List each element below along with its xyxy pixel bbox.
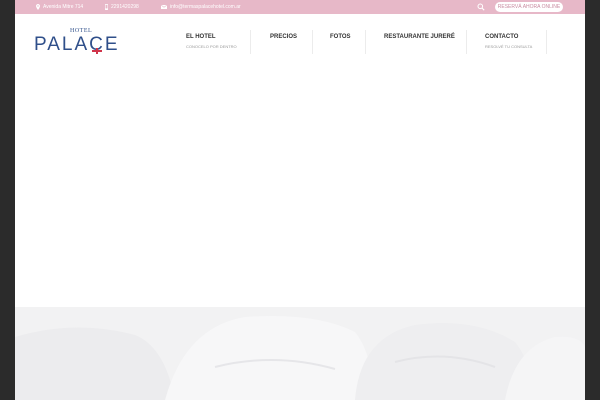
envelope-icon [161, 4, 167, 9]
pillows-background-image [15, 307, 585, 400]
email-info[interactable]: info@termaspalacehotel.com.ar [161, 0, 241, 14]
phone-info[interactable]: 2291420298 [105, 0, 139, 14]
reserve-online-button[interactable]: RESERVÁ AHORA ONLINE [495, 2, 563, 12]
nav-divider [546, 30, 547, 54]
nav-divider [466, 30, 467, 54]
phone-icon [105, 3, 108, 10]
hero-slider [15, 75, 585, 307]
nav-sublabel: RESOLVÉ TU CONSULTA [485, 44, 533, 49]
nav-divider [250, 30, 251, 54]
nav-item-contacto[interactable]: CONTACTO RESOLVÉ TU CONSULTA [485, 34, 532, 49]
nav-label: RESTAURANTE JURERÉ [384, 34, 455, 40]
map-marker-icon [36, 3, 40, 10]
nav-label: EL HOTEL [186, 34, 216, 40]
nav-label: FOTOS [330, 34, 351, 40]
nav-item-precios[interactable]: PRECIOS [270, 34, 297, 40]
address-info: Avenida Mitre 714 [36, 0, 83, 14]
email-text[interactable]: info@termaspalacehotel.com.ar [170, 4, 241, 10]
address-text: Avenida Mitre 714 [43, 4, 84, 10]
top-bar: Avenida Mitre 714 2291420298 info@termas… [15, 0, 585, 14]
main-navigation: EL HOTEL CONOCELO POR DENTRO PRECIOS FOT… [15, 30, 585, 64]
search-icon[interactable] [477, 3, 485, 11]
nav-divider [365, 30, 366, 54]
nav-label: CONTACTO [485, 34, 519, 40]
page-container: Avenida Mitre 714 2291420298 info@termas… [15, 0, 585, 400]
nav-label: PRECIOS [270, 34, 298, 40]
phone-text[interactable]: 2291420298 [111, 4, 139, 10]
nav-item-el-hotel[interactable]: EL HOTEL CONOCELO POR DENTRO [186, 34, 237, 49]
nav-item-fotos[interactable]: FOTOS [330, 34, 351, 40]
nav-sublabel: CONOCELO POR DENTRO [186, 44, 237, 49]
nav-item-restaurante[interactable]: RESTAURANTE JURERÉ [384, 34, 455, 40]
nav-divider [312, 30, 313, 54]
